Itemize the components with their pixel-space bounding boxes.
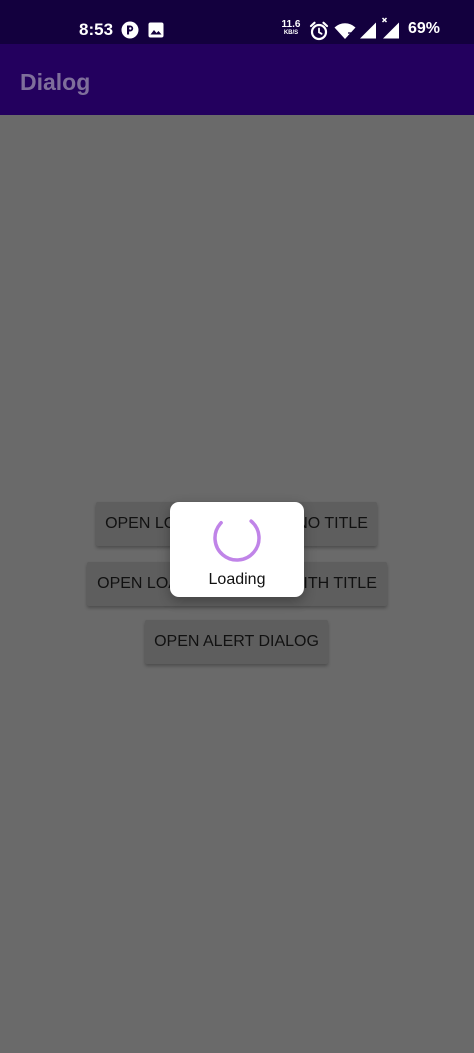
wifi-icon bbox=[334, 23, 356, 39]
network-speed-value: 11.6 bbox=[281, 19, 301, 30]
app-notification-icon bbox=[121, 21, 139, 39]
loading-label: Loading bbox=[208, 571, 266, 588]
app-bar: Dialog bbox=[0, 44, 474, 115]
network-speed-unit: KB/S bbox=[283, 30, 299, 36]
image-icon bbox=[148, 22, 164, 38]
loading-spinner bbox=[213, 514, 261, 562]
loading-dialog: Loading bbox=[170, 502, 304, 597]
status-bar: 8:53 11.6 KB/S 69% bbox=[0, 0, 474, 44]
cellular-signal-icon bbox=[360, 22, 376, 39]
open-alert-dialog-button[interactable]: OPEN ALERT DIALOG bbox=[145, 620, 328, 664]
cellular-no-data-icon bbox=[381, 17, 399, 39]
status-time: 8:53 bbox=[79, 20, 114, 39]
app-title: Dialog bbox=[20, 69, 91, 95]
alarm-icon bbox=[309, 21, 329, 41]
battery-percentage: 69% bbox=[408, 20, 441, 37]
network-speed: 11.6 KB/S bbox=[280, 20, 302, 38]
